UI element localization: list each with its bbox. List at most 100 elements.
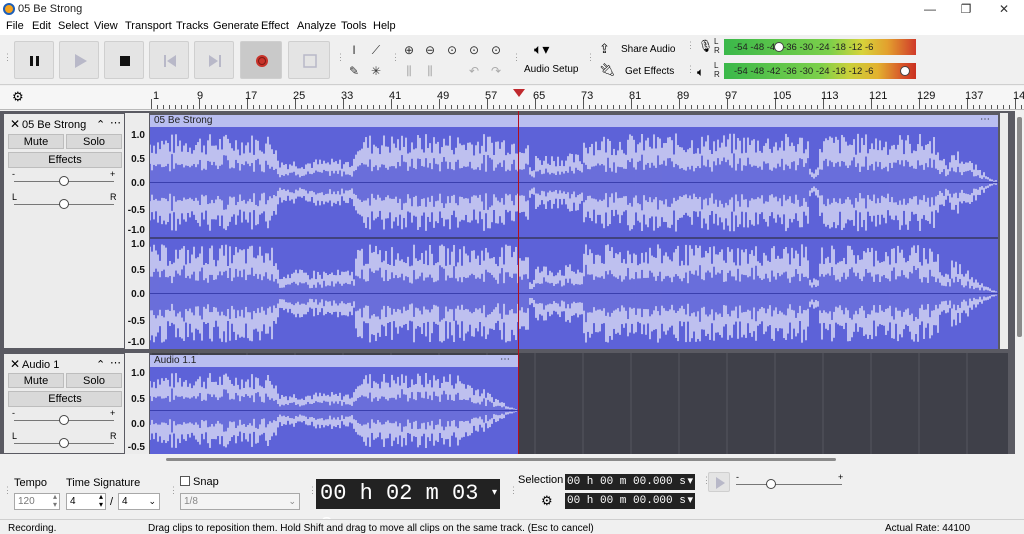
time-signature-denominator[interactable]: 4 ⌄ (118, 493, 160, 510)
playhead-icon[interactable] (512, 88, 526, 98)
play-button[interactable] (59, 41, 99, 79)
track-control-panel[interactable]: ✕ Audio 1 ⌃ ⋯ Mute Solo Effects - + L R (3, 353, 125, 454)
zoom-in-icon[interactable]: ⊕ (400, 41, 418, 59)
vertical-scale[interactable]: 1.0 0.5 0.0 -0.5 (125, 353, 149, 454)
clip-menu-icon[interactable]: ⋯ (500, 355, 510, 366)
menu-help[interactable]: Help (373, 20, 396, 32)
track-name[interactable]: 05 Be Strong (22, 119, 86, 131)
multi-tool-icon[interactable]: ✳ (367, 62, 385, 80)
gain-slider-knob[interactable] (59, 176, 69, 186)
loop-button[interactable] (288, 41, 330, 79)
pause-button[interactable] (14, 41, 54, 79)
solo-button[interactable]: Solo (66, 134, 122, 149)
skip-to-start-button[interactable] (149, 41, 189, 79)
draw-tool-icon[interactable]: ✎ (345, 62, 363, 80)
record-level-knob[interactable] (774, 42, 784, 52)
timeline-ruler[interactable]: ⚙ 1 9 17 25 33 41 49 57 65 73 81 89 97 105 113 121 129 13… (0, 86, 1024, 110)
gain-slider-knob[interactable] (59, 415, 69, 425)
menu-tools[interactable]: Tools (341, 20, 367, 32)
play-meter-grip-icon[interactable]: ⋮ (686, 65, 695, 74)
track-control-panel[interactable]: ✕ 05 Be Strong ⌃ ⋯ Mute Solo Effects - +… (3, 113, 125, 349)
playback-level-knob[interactable] (900, 66, 910, 76)
chevron-down-icon[interactable]: ▾ (492, 479, 497, 509)
playback-speaker-icon[interactable]: 🔈︎ (697, 65, 704, 80)
chevron-down-icon[interactable]: ▾ (687, 493, 693, 509)
chevron-down-icon[interactable]: ⌄ (288, 494, 296, 509)
setup-grip-icon[interactable]: ⋮ (512, 53, 521, 62)
tools-grip-icon[interactable]: ⋮ (336, 53, 345, 62)
hscrollbar-thumb[interactable] (166, 458, 836, 461)
menu-edit[interactable]: Edit (32, 20, 51, 32)
fit-project-icon[interactable]: ⊙ (465, 41, 483, 59)
pan-slider-knob[interactable] (59, 199, 69, 209)
audio-setup-button[interactable]: 🔈︎▾ Audio Setup (520, 39, 580, 81)
selection-settings-icon[interactable]: ⚙ (541, 493, 553, 509)
speed-grip-icon[interactable]: ⋮ (702, 476, 711, 485)
scrollbar-thumb[interactable] (1017, 117, 1022, 337)
selection-end[interactable]: 00 h 00 m 00.000 s ▾ (565, 493, 695, 509)
timeline-settings-icon[interactable]: ⚙ (12, 89, 24, 105)
effects-button[interactable]: Effects (8, 391, 122, 407)
menu-file[interactable]: File (6, 20, 24, 32)
redo-icon[interactable]: ↷ (487, 62, 505, 80)
playback-meter[interactable]: L R -54 -48 -42 -36 -30 -24 -18 -12 -6 (712, 61, 916, 81)
maximize-button[interactable]: ❐ (948, 0, 984, 18)
playback-speed-slider[interactable] (736, 484, 842, 485)
close-track-icon[interactable]: ✕ (10, 117, 20, 131)
horizontal-scrollbar[interactable] (150, 454, 1020, 464)
track-menu-icon[interactable]: ⋯ (110, 356, 121, 369)
menu-effect[interactable]: Effect (261, 20, 289, 32)
envelope-tool-icon[interactable]: ⟋ (367, 41, 385, 59)
undo-icon[interactable]: ↶ (465, 62, 483, 80)
get-effects-button[interactable]: 🔌︎ Get Effects (595, 61, 679, 81)
solo-button[interactable]: Solo (66, 373, 122, 388)
tempo-input[interactable]: 120 ▴ ▾ (14, 493, 60, 510)
audio-clip[interactable]: 05 Be Strong ⋯ (150, 115, 998, 349)
share-grip-icon[interactable]: ⋮ (586, 53, 595, 62)
record-button[interactable] (240, 41, 282, 79)
collapse-track-icon[interactable]: ⌃ (96, 118, 105, 131)
selection-start[interactable]: 00 h 00 m 00.000 s ▾ (565, 474, 695, 490)
clip-menu-icon[interactable]: ⋯ (980, 115, 990, 126)
chevron-down-icon[interactable]: ▾ (687, 474, 693, 490)
zoom-toggle-icon[interactable]: ⊙ (487, 41, 505, 59)
microphone-icon[interactable]: 🎙︎ (698, 39, 713, 53)
rec-meter-grip-icon[interactable]: ⋮ (686, 41, 695, 50)
mute-button[interactable]: Mute (8, 373, 64, 388)
toolbar-grip-icon[interactable]: ⋮ (3, 53, 12, 62)
pan-slider-knob[interactable] (59, 438, 69, 448)
menu-generate[interactable]: Generate (213, 20, 259, 32)
audio-clip[interactable]: Audio 1.1 ⋯ (150, 355, 518, 454)
snap-grip-icon[interactable]: ⋮ (169, 486, 178, 495)
mute-button[interactable]: Mute (8, 134, 64, 149)
track-menu-icon[interactable]: ⋯ (110, 116, 121, 129)
menu-select[interactable]: Select (58, 20, 89, 32)
stop-button[interactable] (104, 41, 144, 79)
snap-checkbox[interactable] (180, 476, 190, 486)
track-name[interactable]: Audio 1 (22, 359, 59, 371)
play-at-speed-button[interactable] (708, 472, 730, 492)
close-window-button[interactable]: ✕ (986, 0, 1022, 18)
clip-title-bar[interactable]: 05 Be Strong ⋯ (150, 115, 998, 127)
timesig-spin-icon[interactable]: ▴ ▾ (99, 493, 103, 509)
tempo-grip-icon[interactable]: ⋮ (3, 486, 12, 495)
collapse-track-icon[interactable]: ⌃ (96, 358, 105, 371)
close-track-icon[interactable]: ✕ (10, 357, 20, 371)
speed-slider-knob[interactable] (766, 479, 776, 489)
clip-title-bar[interactable]: Audio 1.1 ⋯ (150, 355, 518, 367)
time-grip-icon[interactable]: ⋮ (308, 486, 317, 495)
record-meter[interactable]: L R -54 -48 -42 -36 -30 -24 -18 -12 -6 (712, 37, 916, 57)
menu-analyze[interactable]: Analyze (297, 20, 336, 32)
share-audio-button[interactable]: ⇪ Share Audio (595, 39, 679, 59)
menu-transport[interactable]: Transport (125, 20, 172, 32)
minimize-button[interactable]: — (912, 0, 948, 18)
selection-tool-icon[interactable]: I (345, 41, 363, 59)
effects-button[interactable]: Effects (8, 152, 122, 168)
time-display[interactable]: 00 h 02 m 03 s ▾ (316, 479, 500, 534)
menu-tracks[interactable]: Tracks (176, 20, 209, 32)
tempo-spin-icon[interactable]: ▴ ▾ (53, 493, 57, 509)
vertical-scrollbar[interactable] (1015, 111, 1024, 454)
chevron-down-icon[interactable]: ⌄ (148, 494, 156, 509)
trim-icon[interactable]: ⫼ (400, 62, 418, 80)
snap-select[interactable]: 1/8 ⌄ (180, 493, 300, 510)
